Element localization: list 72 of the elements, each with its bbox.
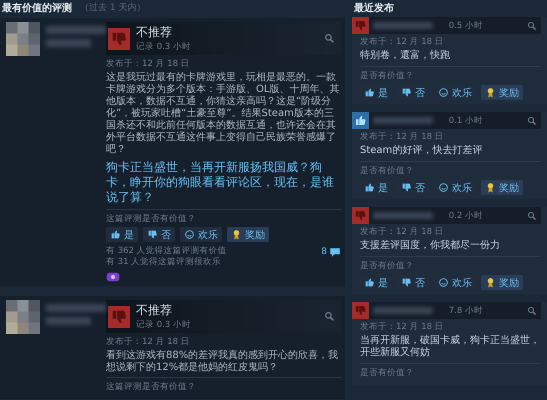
post-date: 发布于：12 月 18 日: [360, 36, 445, 48]
award-icon: [231, 229, 242, 240]
playtime: 记录 0.3 小时: [136, 319, 192, 331]
thumbs-up-icon: [364, 182, 375, 193]
review-verdict: 不推荐: [136, 24, 173, 41]
vote-count: 有 362 人觉得这篇评测有价值: [106, 246, 227, 257]
award-vote-button[interactable]: 奖励: [481, 85, 523, 100]
post-date: 发布于：12 月 18 日: [360, 321, 445, 333]
thumbs-down-icon: [147, 229, 158, 240]
playtime: 0.2 小时: [448, 210, 483, 222]
playtime: 0.5 小时: [448, 20, 483, 32]
review-text: 看到这游戏有88%的差评我真的感到开心的欣喜，我想说剩下的12%都是他妈的红皮鬼吗？: [106, 350, 340, 374]
no-vote-button[interactable]: 否: [143, 227, 175, 242]
smiley-icon: [438, 277, 449, 288]
playtime: 记录 0.3 小时: [136, 41, 192, 53]
award-icon: [485, 277, 496, 288]
review-text: 这是我玩过最有的卡牌游戏里，玩相是最恶的。一款卡牌游戏分为多个版本：手游版、OL版、十周年、其他版本，数据不互通，你猜这亲高吗？这是“阶级分化”，被玩家吐槽“土豪至尊”。结果Steam版本的三国杀还不和此前任何版本的数据互通，也许还会在其外平台数据不互通这件事上变得自己民族荣誉感爆了吧？: [106, 72, 340, 156]
redacted-name: [373, 22, 433, 29]
playtime: 0.1 小时: [448, 114, 483, 126]
smiley-icon: [438, 87, 449, 98]
award-icon: [485, 182, 496, 193]
smiley-icon: [184, 229, 195, 240]
post-date: 发布于：12 月 18 日: [106, 58, 191, 70]
magnifier-icon[interactable]: [527, 116, 537, 126]
award-vote-button[interactable]: 奖励: [481, 275, 523, 290]
thumbs-down-icon: [401, 182, 412, 193]
redacted-name: [373, 117, 433, 124]
review-highlight: 狗卡正当盛世，当再开新服扬我国威？狗卡，睁开你的狗眼看看评论区，现在，是谁说了算？: [106, 160, 335, 205]
redacted-name: [46, 317, 91, 325]
helpful-prompt: 这篇评测是否有价值？: [106, 213, 197, 225]
redacted-name: [46, 26, 106, 34]
magnifier-icon[interactable]: [324, 311, 335, 322]
review-text: Steam的好评，快去打差评: [360, 145, 484, 157]
smiley-icon: [438, 182, 449, 193]
thumbs-down-icon: [401, 277, 412, 288]
redacted-name: [46, 39, 91, 47]
review-text: 当再开新服，破国卡威，狗卡正当盛世，开些新服又何妨: [360, 335, 541, 359]
magnifier-icon[interactable]: [527, 210, 537, 220]
award-icon: [485, 87, 496, 98]
yes-vote-button[interactable]: 是: [106, 227, 138, 242]
section-title: 最近发布: [354, 2, 394, 14]
redacted-name: [373, 212, 433, 219]
thumbs-up-icon: [110, 229, 121, 240]
award-vote-button[interactable]: 奖励: [227, 227, 269, 242]
magnifier-icon[interactable]: [324, 33, 335, 44]
review-text: 特别卷，還富，快跑: [360, 50, 451, 62]
review-verdict: 不推荐: [136, 302, 173, 319]
playtime: 7.8 小时: [448, 304, 483, 316]
helpful-prompt: 这篇评测是否有价值？: [106, 381, 197, 393]
redacted-name: [373, 307, 433, 314]
magnifier-icon[interactable]: [527, 306, 537, 316]
funny-vote-button[interactable]: 欢乐: [180, 227, 222, 242]
post-date: 发布于：12 月 18 日: [106, 336, 191, 348]
helpful-prompt: 是否有价值？: [360, 165, 415, 177]
vote-count: 有 31 人觉得这篇评测很欢乐: [106, 257, 222, 268]
comment-icon: [329, 246, 341, 258]
section-title: 最有价值的评测: [2, 2, 72, 14]
thumbs-up-icon: [364, 87, 375, 98]
avatar: [6, 300, 40, 334]
thumbs-down-icon: [401, 87, 412, 98]
award-vote-button[interactable]: 奖励: [481, 180, 523, 195]
helpful-prompt: 是否有价值？: [360, 70, 415, 82]
magnifier-icon[interactable]: [527, 20, 537, 30]
redacted-name: [46, 304, 106, 312]
post-date: 发布于：12 月 18 日: [360, 226, 445, 238]
helpful-prompt: 是否有价值？: [360, 367, 415, 379]
helpful-prompt: 是否有价值？: [360, 260, 415, 272]
thumbs-up-icon: [364, 277, 375, 288]
avatar: [6, 22, 40, 56]
review-text: 支援差评国度，你我都尽一份力: [360, 240, 501, 252]
comment-count[interactable]: 8: [321, 246, 341, 258]
post-date: 发布于：12 月 18 日: [360, 131, 445, 143]
